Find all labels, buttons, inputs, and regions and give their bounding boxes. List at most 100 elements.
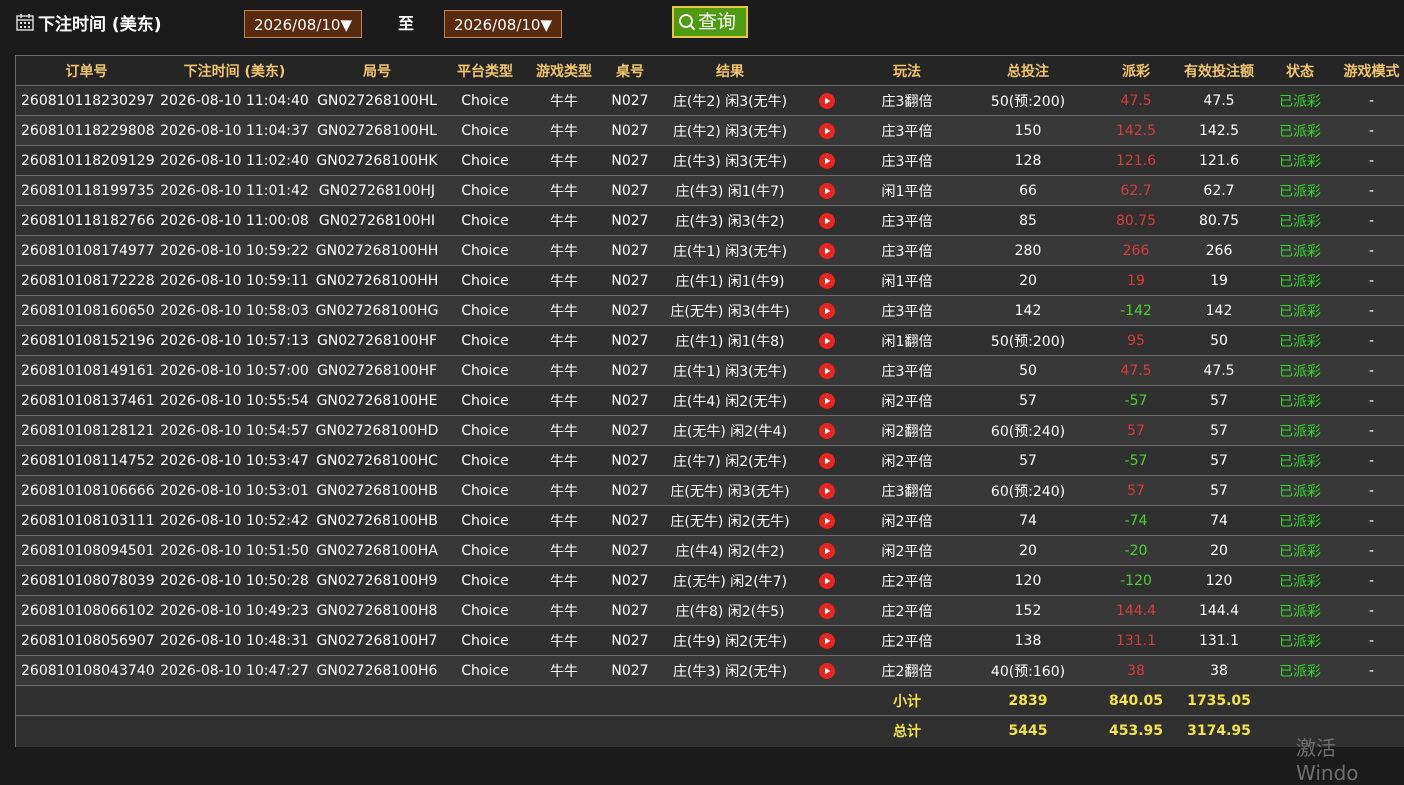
status-badge-cell: 已派彩 [1262, 145, 1338, 176]
play-icon[interactable] [819, 362, 835, 379]
play-icon[interactable] [819, 152, 835, 169]
game-mode-cell: - [1338, 145, 1404, 176]
play-icon[interactable] [819, 122, 835, 139]
order-id-cell: 260810108043740 [16, 655, 157, 686]
game-type-cell: 牛牛 [528, 145, 600, 176]
replay-button-cell[interactable] [800, 505, 854, 536]
round-id-cell: GN027268100H7 [312, 625, 442, 656]
summary-total-bet: 5445 [960, 715, 1096, 745]
game-mode-cell: - [1338, 175, 1404, 206]
bet-type-cell: 闲1平倍 [854, 175, 960, 206]
status-badge-cell: 已派彩 [1262, 355, 1338, 386]
end-date-select[interactable]: 2026/08/10▼ [444, 10, 562, 38]
platform-type-cell: Choice [442, 415, 528, 446]
table-id-cell: N027 [600, 535, 660, 566]
replay-button-cell[interactable] [800, 205, 854, 236]
status-badge-cell: 已派彩 [1262, 385, 1338, 416]
platform-type-cell: Choice [442, 385, 528, 416]
play-icon[interactable] [819, 272, 835, 289]
bet-time-cell: 2026-08-10 10:52:42 [157, 505, 312, 536]
platform-type-cell: Choice [442, 355, 528, 386]
platform-type-cell: Choice [442, 295, 528, 326]
play-icon[interactable] [819, 602, 835, 619]
status-badge-cell: 已派彩 [1262, 505, 1338, 536]
replay-button-cell[interactable] [800, 85, 854, 116]
valid-bet-cell: 47.5 [1176, 355, 1262, 386]
play-icon[interactable] [819, 512, 835, 529]
total-bet-cell: 50(预:200) [960, 85, 1096, 116]
bet-type-cell: 庄3平倍 [854, 115, 960, 146]
play-icon[interactable] [819, 452, 835, 469]
replay-button-cell[interactable] [800, 475, 854, 506]
play-icon[interactable] [819, 422, 835, 439]
platform-type-cell: Choice [442, 475, 528, 506]
play-icon[interactable] [819, 482, 835, 499]
game-mode-cell: - [1338, 535, 1404, 566]
play-icon[interactable] [819, 572, 835, 589]
order-id-cell: 260810108128121 [16, 415, 157, 446]
game-type-cell: 牛牛 [528, 85, 600, 116]
total-bet-cell: 128 [960, 145, 1096, 176]
replay-button-cell[interactable] [800, 355, 854, 386]
play-icon[interactable] [819, 542, 835, 559]
replay-button-cell[interactable] [800, 385, 854, 416]
play-icon[interactable] [819, 182, 835, 199]
replay-button-cell[interactable] [800, 625, 854, 656]
game-mode-cell: - [1338, 625, 1404, 656]
replay-button-cell[interactable] [800, 265, 854, 296]
replay-button-cell[interactable] [800, 115, 854, 146]
start-date-select[interactable]: 2026/08/10▼ [244, 10, 362, 38]
game-type-cell: 牛牛 [528, 565, 600, 596]
game-result-cell: 庄(牛1) 闲3(无牛) [660, 235, 800, 266]
bet-type-cell: 闲2平倍 [854, 535, 960, 566]
replay-button-cell[interactable] [800, 175, 854, 206]
summary-spacer [1262, 685, 1404, 716]
order-id-cell: 260810108160650 [16, 295, 157, 326]
game-result-cell: 庄(无牛) 闲2(牛4) [660, 415, 800, 446]
valid-bet-cell: 266 [1176, 235, 1262, 266]
game-type-cell: 牛牛 [528, 595, 600, 626]
order-id-cell: 260810108066102 [16, 595, 157, 626]
platform-type-cell: Choice [442, 535, 528, 566]
bet-type-cell: 闲2翻倍 [854, 415, 960, 446]
platform-type-cell: Choice [442, 505, 528, 536]
column-header: 派彩 [1096, 56, 1176, 86]
play-icon[interactable] [819, 242, 835, 259]
valid-bet-cell: 38 [1176, 655, 1262, 686]
play-icon[interactable] [819, 662, 835, 679]
replay-button-cell[interactable] [800, 595, 854, 626]
payout-cell: 144.4 [1096, 595, 1176, 626]
play-icon[interactable] [819, 302, 835, 319]
table-row: 260810118209129 2026-08-10 11:02:40 GN0272… [16, 145, 1404, 176]
summary-valid-bet: 3174.95 [1176, 715, 1262, 745]
replay-button-cell[interactable] [800, 415, 854, 446]
game-mode-cell: - [1338, 595, 1404, 626]
table-id-cell: N027 [600, 235, 660, 266]
game-result-cell: 庄(牛2) 闲3(无牛) [660, 85, 800, 116]
status-badge-cell: 已派彩 [1262, 175, 1338, 206]
replay-button-cell[interactable] [800, 295, 854, 326]
play-icon[interactable] [819, 212, 835, 229]
status-badge-cell: 已派彩 [1262, 235, 1338, 266]
replay-button-cell[interactable] [800, 655, 854, 686]
play-icon[interactable] [819, 92, 835, 109]
play-icon[interactable] [819, 392, 835, 409]
valid-bet-cell: 57 [1176, 445, 1262, 476]
bet-type-cell: 庄2平倍 [854, 595, 960, 626]
replay-button-cell[interactable] [800, 235, 854, 266]
play-icon[interactable] [819, 332, 835, 349]
replay-button-cell[interactable] [800, 325, 854, 356]
replay-button-cell[interactable] [800, 145, 854, 176]
query-button[interactable]: 查询 [672, 6, 748, 38]
platform-type-cell: Choice [442, 145, 528, 176]
replay-button-cell[interactable] [800, 445, 854, 476]
round-id-cell: GN027268100HK [312, 145, 442, 176]
replay-button-cell[interactable] [800, 565, 854, 596]
summary-total-bet: 2839 [960, 685, 1096, 716]
round-id-cell: GN027268100H8 [312, 595, 442, 626]
table-row: 260810108106666 2026-08-10 10:53:01 GN0272… [16, 475, 1404, 506]
replay-button-cell[interactable] [800, 535, 854, 566]
query-button-label: 查询 [698, 11, 737, 33]
play-icon[interactable] [819, 632, 835, 649]
platform-type-cell: Choice [442, 265, 528, 296]
